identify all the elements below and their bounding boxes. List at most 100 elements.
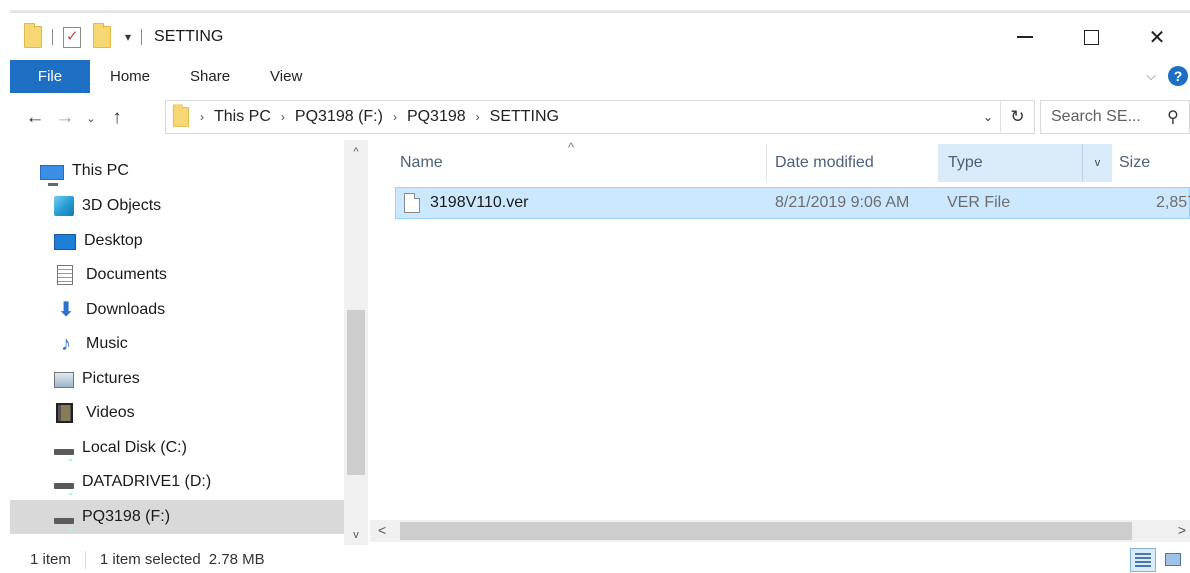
column-header-name[interactable]: Name: [400, 144, 443, 182]
view-switcher: [1130, 547, 1190, 572]
nav-item-label: Documents: [86, 266, 167, 283]
window-controls: ✕: [992, 16, 1190, 58]
downloads-icon: ⬇: [57, 299, 75, 321]
file-size: 2,857: [1156, 194, 1190, 211]
new-folder-icon[interactable]: [93, 23, 111, 48]
tab-home[interactable]: Home: [90, 60, 170, 93]
nav-item-videos[interactable]: Videos: [10, 396, 344, 430]
recent-locations-button[interactable]: ⌄: [80, 112, 102, 125]
details-view-icon: [1135, 552, 1151, 567]
videos-icon: [54, 403, 78, 423]
music-icon: ♪: [61, 333, 71, 355]
column-divider[interactable]: [766, 144, 767, 182]
nav-item-label: PQ3198 (F:): [82, 508, 171, 525]
forward-button[interactable]: →: [50, 107, 80, 129]
details-view-button[interactable]: [1130, 547, 1156, 572]
nav-item-label: 3D Objects: [82, 197, 162, 214]
column-header-size[interactable]: Size: [1119, 144, 1150, 182]
help-icon[interactable]: ?: [1168, 66, 1188, 86]
nav-item-label: Pictures: [82, 370, 140, 387]
close-icon: ✕: [1148, 26, 1166, 49]
breadcrumb-drive[interactable]: PQ3198 (F:): [295, 108, 383, 126]
pictures-icon: [54, 372, 74, 388]
this-pc-icon: [40, 164, 64, 186]
search-placeholder: Search SE...: [1051, 108, 1141, 125]
maximize-button[interactable]: [1058, 16, 1124, 58]
documents-icon: [54, 265, 78, 285]
nav-item-3d-objects[interactable]: 3D Objects: [10, 189, 344, 223]
ribbon-tabs: File Home Share View ⌵ ?: [10, 58, 1190, 94]
breadcrumb-separator[interactable]: ›: [281, 110, 285, 124]
properties-icon[interactable]: [63, 26, 81, 48]
tab-file[interactable]: File: [10, 59, 90, 93]
back-button[interactable]: ←: [20, 107, 50, 129]
scroll-left-button[interactable]: <: [378, 522, 386, 538]
close-button[interactable]: ✕: [1124, 16, 1190, 58]
nav-item-pictures[interactable]: Pictures: [10, 362, 344, 396]
tab-view[interactable]: View: [250, 60, 322, 93]
tab-share[interactable]: Share: [170, 60, 250, 93]
scroll-right-button[interactable]: >: [1178, 522, 1186, 538]
maximize-icon: [1083, 29, 1099, 45]
address-history-dropdown[interactable]: ⌄: [976, 110, 1000, 124]
customize-toolbar-dropdown[interactable]: ▾: [125, 30, 131, 44]
navigation-bar: ← → ⌄ ↑ › This PC › PQ3198 (F:) › PQ3198…: [10, 100, 1190, 136]
file-date-modified: 8/21/2019 9:06 AM: [775, 194, 910, 211]
folder-icon: [24, 23, 42, 48]
column-header-date-modified[interactable]: Date modified: [775, 144, 874, 182]
drive-icon: [54, 483, 74, 495]
address-bar[interactable]: › This PC › PQ3198 (F:) › PQ3198 › SETTI…: [165, 100, 1035, 134]
column-filter-dropdown[interactable]: v: [1082, 144, 1112, 182]
selection-size: 2.78 MB: [208, 551, 265, 568]
nav-item-label: Local Disk (C:): [82, 439, 187, 456]
status-divider: [84, 550, 86, 569]
nav-item-datadrive1-d[interactable]: DATADRIVE1 (D:): [10, 465, 344, 499]
scrollbar-thumb[interactable]: [400, 522, 1132, 540]
up-button[interactable]: ↑: [102, 107, 132, 129]
breadcrumb-this-pc[interactable]: This PC: [214, 108, 271, 126]
search-input[interactable]: Search SE... ⚲: [1040, 100, 1190, 134]
toolbar-divider: [141, 29, 143, 45]
sort-caret-icon: ^: [568, 140, 575, 155]
nav-item-desktop[interactable]: Desktop: [10, 224, 344, 258]
nav-item-this-pc[interactable]: This PC: [10, 154, 344, 188]
drive-icon: [54, 518, 74, 530]
drive-icon: [54, 449, 74, 461]
ribbon-right-controls: ⌵ ?: [1146, 66, 1190, 86]
nav-item-music[interactable]: ♪ Music: [10, 327, 344, 361]
minimize-button[interactable]: [992, 16, 1058, 58]
breadcrumb-separator[interactable]: ›: [200, 110, 204, 124]
item-count: 1 item: [30, 551, 71, 568]
nav-item-label: Downloads: [86, 301, 166, 318]
nav-item-label: DATADRIVE1 (D:): [82, 473, 212, 490]
nav-item-downloads[interactable]: ⬇ Downloads: [10, 293, 344, 327]
breadcrumb-separator[interactable]: ›: [393, 110, 397, 124]
file-row[interactable]: 3198V110.ver 8/21/2019 9:06 AM VER File …: [395, 187, 1190, 219]
nav-item-documents[interactable]: Documents: [10, 258, 344, 292]
toolbar-divider: [52, 29, 53, 45]
navigation-pane-scrollbar[interactable]: ^ v: [344, 140, 368, 545]
nav-item-local-disk-c[interactable]: Local Disk (C:): [10, 431, 344, 465]
scroll-up-button[interactable]: ^: [344, 146, 368, 158]
nav-item-label: Desktop: [84, 232, 143, 249]
horizontal-scrollbar[interactable]: < >: [370, 520, 1190, 542]
breadcrumb-separator[interactable]: ›: [476, 110, 480, 124]
file-type: VER File: [947, 194, 1011, 211]
scrollbar-thumb[interactable]: [347, 310, 365, 475]
navigation-pane: This PC 3D Objects Desktop Documents ⬇ D…: [10, 140, 344, 538]
large-icons-view-button[interactable]: [1160, 548, 1186, 572]
desktop-icon: [54, 234, 76, 250]
nav-item-pq3198-f[interactable]: PQ3198 (F:): [10, 500, 344, 534]
refresh-button[interactable]: ↻: [1000, 101, 1034, 133]
scroll-down-button[interactable]: v: [344, 529, 368, 541]
breadcrumb-current[interactable]: SETTING: [490, 108, 559, 126]
selection-count: 1 item selected: [99, 551, 201, 568]
window-title: SETTING: [154, 28, 224, 45]
address-bar-controls: ⌄ ↻: [976, 101, 1034, 133]
expand-ribbon-icon[interactable]: ⌵: [1146, 68, 1156, 84]
3d-objects-icon: [54, 196, 74, 216]
large-icons-view-icon: [1165, 553, 1181, 566]
breadcrumb-folder[interactable]: PQ3198: [407, 108, 466, 126]
file-list: ^ Name Date modified Type v Size 3198V11…: [370, 140, 1190, 545]
minimize-icon: [1017, 36, 1033, 38]
